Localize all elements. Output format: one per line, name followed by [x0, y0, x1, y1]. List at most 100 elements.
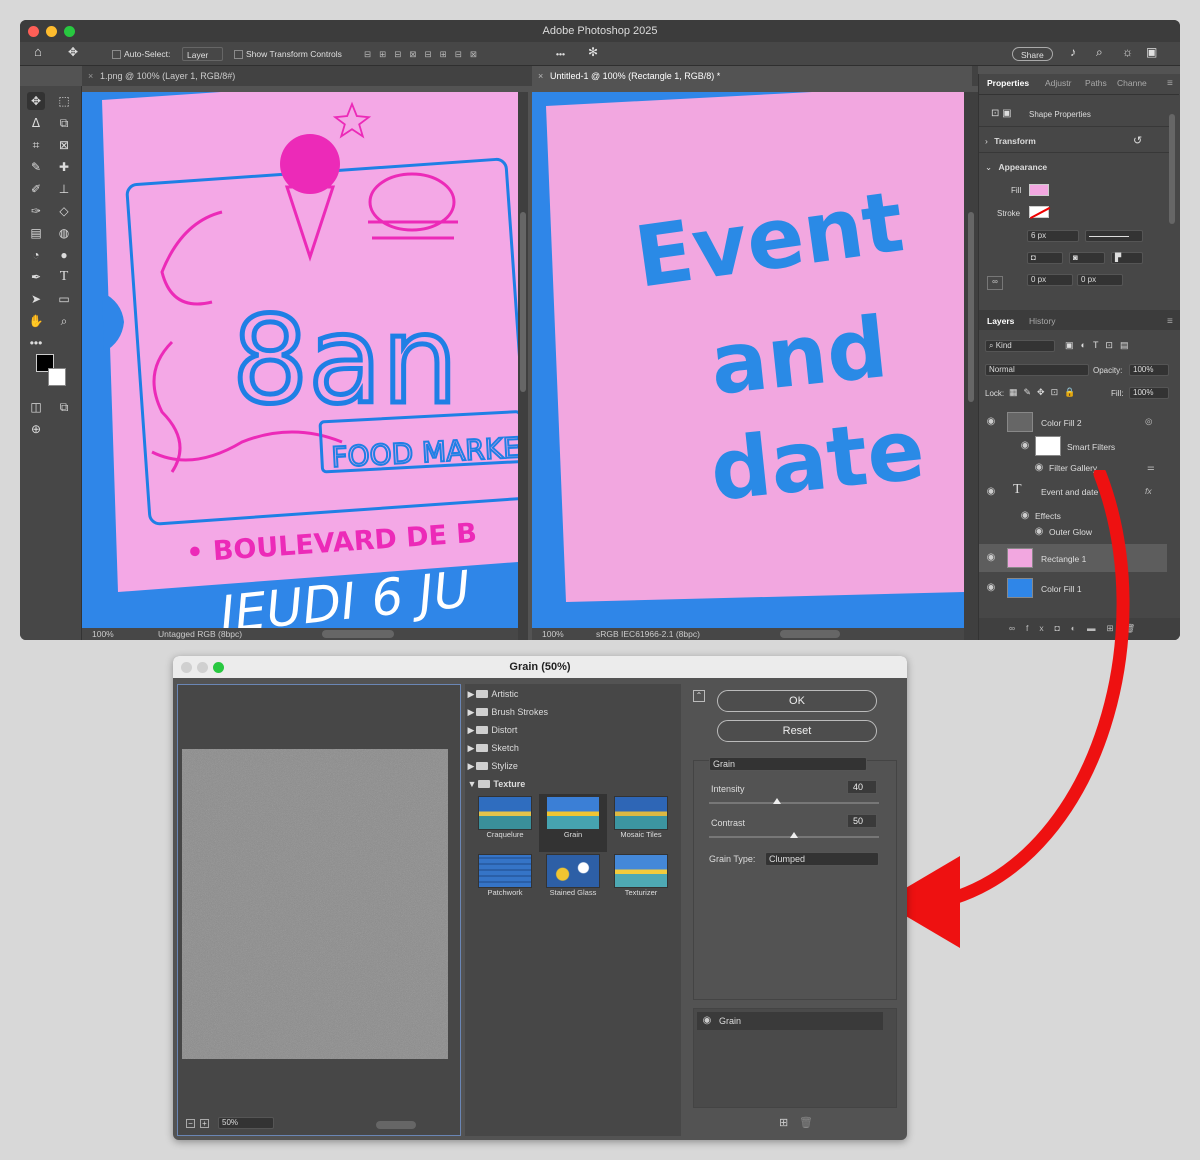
history-brush-icon[interactable]: ✑ [27, 202, 45, 220]
contrast-slider-knob[interactable] [790, 832, 798, 838]
zoom-level[interactable]: 100% [92, 628, 114, 640]
tab-adjustments[interactable]: Adjustr [1045, 78, 1071, 88]
visibility-eye-icon[interactable]: ◉ [985, 416, 997, 428]
category-stylize[interactable]: ▶ Stylize [465, 758, 670, 775]
category-distort[interactable]: ▶ Distort [465, 722, 670, 739]
properties-scrollbar[interactable] [1169, 114, 1175, 224]
stroke-style-dropdown[interactable] [1085, 230, 1143, 242]
visibility-eye-icon[interactable]: ◉ [1019, 440, 1031, 452]
filter-options-icon[interactable]: ⚌ [1147, 462, 1155, 473]
layer-smart-filters[interactable]: ◉ Smart Filters [979, 436, 1167, 460]
minimize-dialog-button[interactable] [197, 662, 208, 673]
reset-button[interactable]: Reset [717, 720, 877, 742]
zoom-lens-icon[interactable]: ● [55, 246, 73, 264]
type-tool-icon[interactable]: T [55, 268, 73, 286]
link-corners-icon[interactable]: ∞ [987, 276, 1003, 290]
category-artistic[interactable]: ▶ Artistic [465, 686, 670, 703]
category-sketch[interactable]: ▶ Sketch [465, 740, 670, 757]
edit-toolbar-icon[interactable]: ⊕ [27, 420, 45, 438]
blur-tool-icon[interactable]: ◍ [55, 224, 73, 242]
close-tab-icon[interactable]: × [538, 66, 543, 86]
tab-channels[interactable]: Channe [1117, 78, 1147, 88]
more-options-button[interactable]: ••• [556, 47, 565, 61]
ok-button[interactable]: OK [717, 690, 877, 712]
stamp-tool-icon[interactable]: ⊥ [55, 180, 73, 198]
delete-effect-layer-icon[interactable]: 🗑 [799, 1116, 813, 1129]
intensity-slider[interactable] [709, 802, 879, 804]
category-brush-strokes[interactable]: ▶ Brush Strokes [465, 704, 670, 721]
tab-document-2[interactable]: × Untitled-1 @ 100% (Rectangle 1, RGB/8)… [532, 66, 972, 86]
layer-filter-kind[interactable]: ⌕ Kind [985, 340, 1055, 352]
new-effect-layer-icon[interactable]: ⊞ [779, 1116, 788, 1129]
filter-thumb-texturizer[interactable]: Texturizer [607, 854, 675, 910]
search-icon[interactable]: ⌕ [1096, 45, 1103, 59]
crop-tool-icon[interactable]: ⌗ [27, 136, 45, 154]
move-tool-icon[interactable]: ✥ [27, 92, 45, 110]
filter-thumb-craquelure[interactable]: Craquelure [471, 796, 539, 852]
corner-radius-field-b[interactable]: 0 px [1077, 274, 1123, 286]
zoom-out-button[interactable]: − [186, 1119, 195, 1128]
move-tool-icon[interactable]: ✥ [68, 45, 78, 59]
appearance-section[interactable]: ⌄ Appearance [985, 162, 1047, 173]
scroll-thumb[interactable] [520, 212, 526, 392]
filter-thumb-patchwork[interactable]: Patchwork [471, 854, 539, 910]
filter-thumb-stained-glass[interactable]: Stained Glass [539, 854, 607, 910]
panel-menu-icon[interactable]: ≡ [1167, 316, 1173, 327]
tab-history[interactable]: History [1029, 316, 1055, 326]
align-icons[interactable]: ⊟⊞⊟⊠⊟⊞⊟⊠ [364, 47, 485, 61]
intensity-field[interactable]: 40 [847, 780, 877, 794]
zoom-window-button[interactable] [64, 26, 75, 37]
lasso-tool-icon[interactable]: ᐃ [27, 114, 45, 132]
stroke-swatch[interactable] [1029, 206, 1051, 219]
stroke-cap-dropdown[interactable]: ◙ [1069, 252, 1105, 264]
close-tab-icon[interactable]: × [88, 66, 93, 86]
horizontal-scrollbar[interactable] [322, 630, 394, 638]
dodge-tool-icon[interactable]: ◔ [27, 246, 45, 264]
fx-icon[interactable]: fx [1145, 486, 1152, 496]
minimize-window-button[interactable] [46, 26, 57, 37]
preview-zoom-dropdown[interactable]: 50% [218, 1117, 274, 1129]
category-texture[interactable]: ▼ Texture [465, 776, 670, 793]
horizontal-scrollbar[interactable] [780, 630, 840, 638]
fill-swatch[interactable] [1029, 184, 1049, 196]
preview-scrollbar[interactable] [376, 1121, 416, 1129]
frame-tool-icon[interactable]: ⊠ [55, 136, 73, 154]
quick-mask-icon[interactable]: ◫ [27, 398, 45, 416]
filter-icons[interactable]: ▣◐T⊡▤ [1065, 340, 1135, 351]
bell-icon[interactable]: ♪ [1070, 45, 1076, 59]
more-tools-icon[interactable]: ••• [27, 334, 45, 352]
close-window-button[interactable] [28, 26, 39, 37]
brush-tool-icon[interactable]: ✐ [27, 180, 45, 198]
zoom-dialog-button[interactable] [213, 662, 224, 673]
tab-properties[interactable]: Properties [987, 78, 1029, 88]
auto-select-checkbox[interactable]: Auto-Select: [112, 47, 170, 61]
eyedropper-tool-icon[interactable]: ✎ [27, 158, 45, 176]
stroke-corner-dropdown[interactable]: ▛ [1111, 252, 1143, 264]
opacity-field[interactable]: 100% [1129, 364, 1169, 376]
pen-tool-icon[interactable]: ✒ [27, 268, 45, 286]
zoom-in-button[interactable]: + [200, 1119, 209, 1128]
stroke-align-dropdown[interactable]: ◘ [1027, 252, 1063, 264]
tab-document-1[interactable]: × 1.png @ 100% (Layer 1, RGB/8#) [82, 66, 528, 86]
auto-select-dropdown[interactable]: Layer [182, 47, 224, 61]
healing-tool-icon[interactable]: ✚ [55, 158, 73, 176]
gear-icon[interactable]: ✻ [588, 45, 598, 59]
home-icon[interactable]: ⌂ [34, 45, 42, 59]
grain-type-dropdown[interactable]: Clumped [765, 852, 879, 866]
lock-icons[interactable]: ▦✎✥⊡🔒 [1009, 387, 1081, 398]
hand-tool-icon[interactable]: ✋ [27, 312, 45, 330]
tab-layers[interactable]: Layers [987, 316, 1014, 326]
applied-effect-row[interactable]: ◉ Grain [697, 1012, 883, 1030]
tab-paths[interactable]: Paths [1085, 78, 1107, 88]
zoom-level[interactable]: 100% [542, 628, 564, 640]
canvas-document-1[interactable]: 8an FOOD MARKE • BOULEVARD DE B JEUDI 6 … [82, 92, 518, 628]
share-button[interactable]: Share [1012, 47, 1053, 61]
background-color-swatch[interactable] [48, 368, 66, 386]
path-select-icon[interactable]: ➤ [27, 290, 45, 308]
show-transform-checkbox[interactable]: Show Transform Controls [234, 47, 342, 61]
filter-thumb-mosaic-tiles[interactable]: Mosaic Tiles [607, 796, 675, 852]
intensity-slider-knob[interactable] [773, 798, 781, 804]
filter-thumb-grain[interactable]: Grain [539, 794, 607, 852]
eraser-tool-icon[interactable]: ◇ [55, 202, 73, 220]
lightbulb-icon[interactable]: ☼ [1122, 45, 1133, 59]
